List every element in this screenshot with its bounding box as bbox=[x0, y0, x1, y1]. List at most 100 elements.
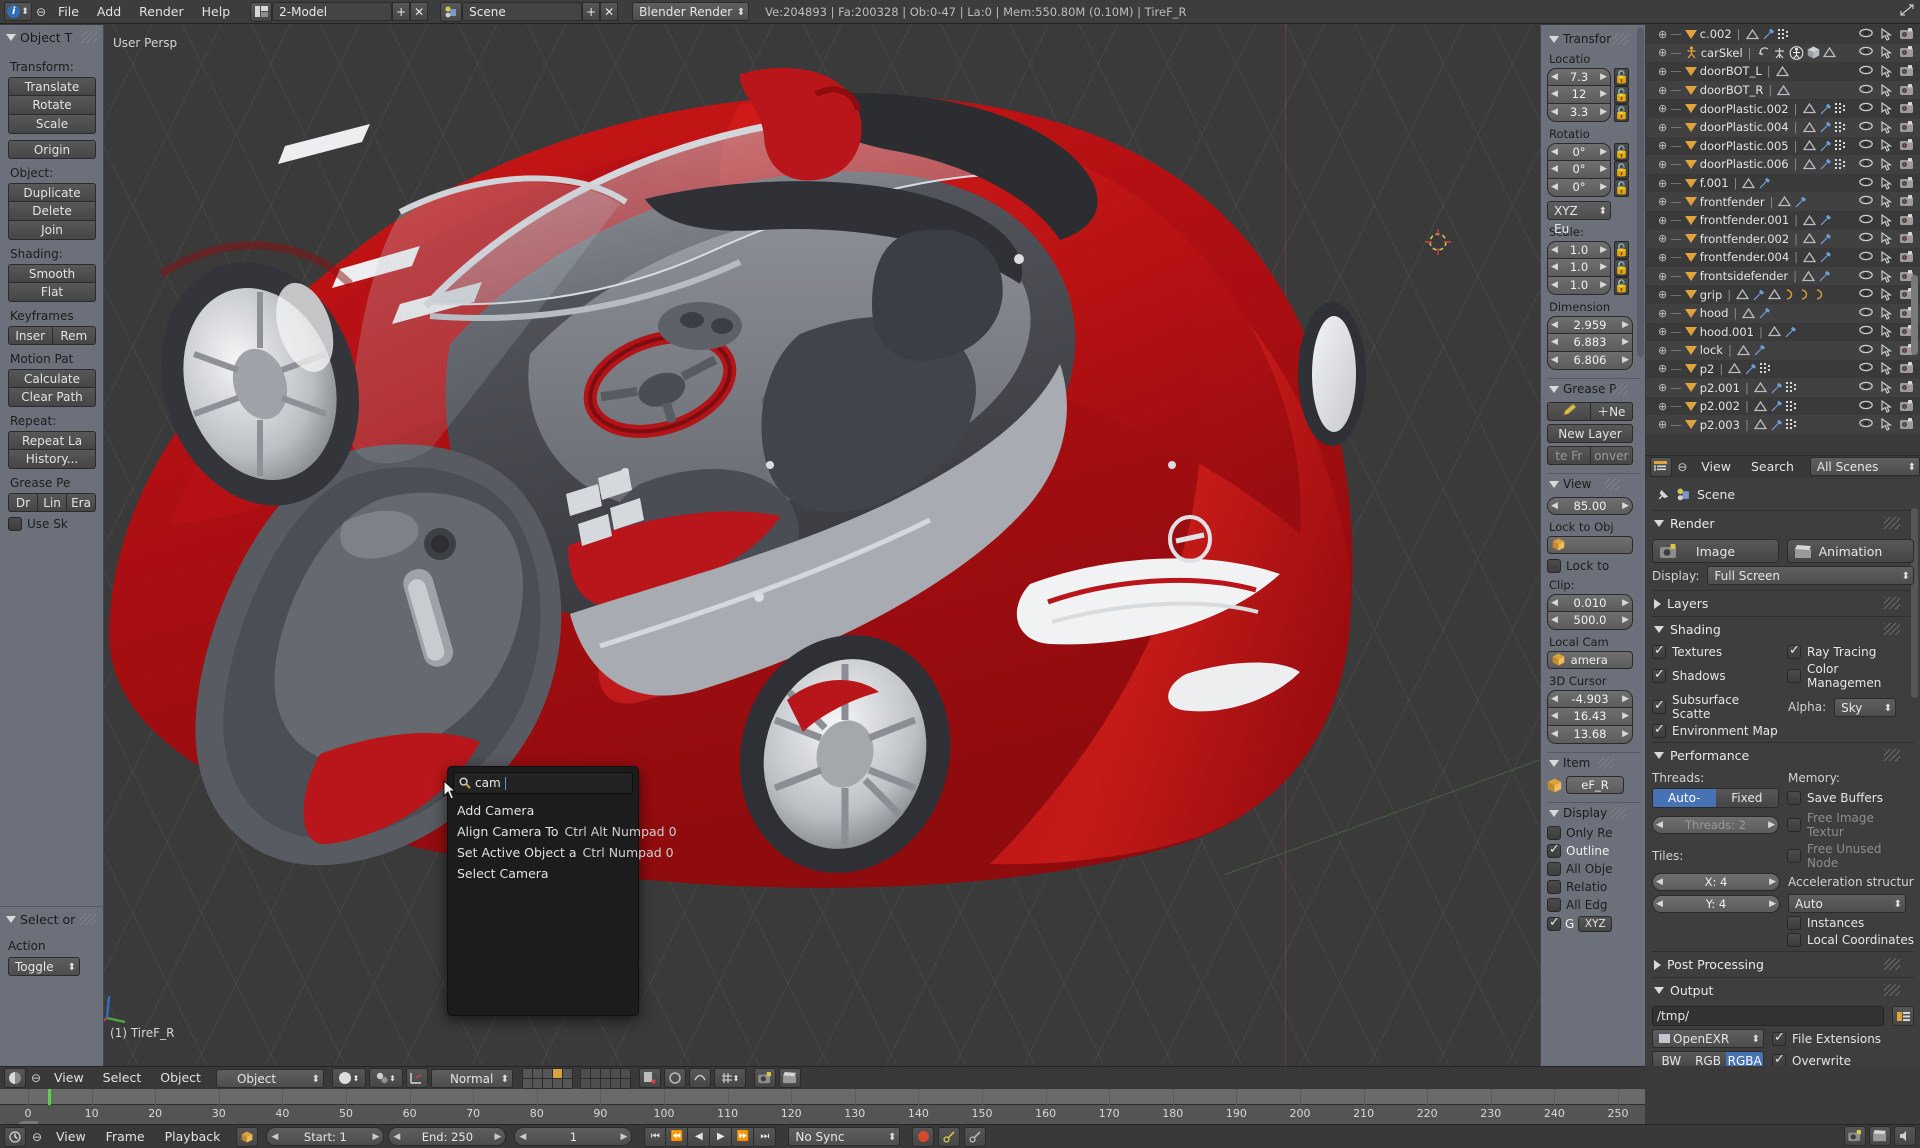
cursor-arrow-icon[interactable] bbox=[1881, 64, 1892, 78]
eye-icon[interactable] bbox=[1859, 362, 1873, 372]
scene-icon[interactable] bbox=[440, 1, 463, 22]
focal-length-field[interactable]: ◀ 85.00 ▶ bbox=[1547, 497, 1633, 515]
jump-to-end-button[interactable]: ⏭ bbox=[754, 1126, 777, 1147]
outliner-row-name[interactable]: doorBOT_L bbox=[1700, 64, 1762, 78]
outliner-row-name[interactable]: doorPlastic.004 bbox=[1700, 120, 1789, 134]
lock-rotation-z-icon[interactable]: 🔓 bbox=[1614, 179, 1629, 197]
transform-orientation-dropdown[interactable]: Normal bbox=[430, 1068, 513, 1089]
sync-mode-dropdown[interactable]: No Sync bbox=[788, 1127, 901, 1147]
scale-z-field[interactable]: ◀ 1.0 ▶ bbox=[1547, 277, 1611, 295]
only-render-checkbox[interactable] bbox=[1547, 826, 1561, 840]
outliner-icon[interactable] bbox=[1650, 456, 1672, 477]
local-coordinates-check[interactable]: Local Coordinates bbox=[1787, 933, 1914, 947]
cursor-arrow-icon[interactable] bbox=[1881, 120, 1892, 134]
outliner-row[interactable]: ⊕ — doorBOT_R | bbox=[1646, 80, 1920, 100]
camera-icon[interactable] bbox=[1900, 27, 1914, 40]
dimension-x-field[interactable]: ◀ 2.959 ▶ bbox=[1547, 316, 1633, 334]
popup-item-align-camera[interactable]: Align Camera To Ctrl Alt Numpad 0 bbox=[453, 821, 677, 842]
camera-icon[interactable] bbox=[1900, 399, 1914, 412]
camera-icon[interactable] bbox=[1900, 64, 1914, 77]
local-coordinates-checkbox[interactable] bbox=[1787, 933, 1801, 947]
view3d-menu-select[interactable]: Select bbox=[95, 1067, 150, 1089]
cursor-arrow-icon[interactable] bbox=[1881, 195, 1892, 208]
pin-icon[interactable] bbox=[1656, 488, 1670, 502]
gp-convert-button[interactable]: onver bbox=[1590, 446, 1633, 465]
cursor-arrow-icon[interactable] bbox=[1881, 157, 1892, 171]
expand-icon[interactable]: ⊕ bbox=[1658, 214, 1667, 227]
all-objects-checkbox[interactable] bbox=[1547, 862, 1561, 876]
performance-section-header[interactable]: Performance bbox=[1652, 743, 1914, 768]
shading-section-header[interactable]: Shading bbox=[1652, 617, 1914, 642]
grease-pencil-panel-header[interactable]: Grease P bbox=[1549, 382, 1640, 396]
outliner-row-name[interactable]: p2.002 bbox=[1700, 399, 1740, 413]
eye-icon[interactable] bbox=[1859, 65, 1873, 75]
cursor-arrow-icon[interactable] bbox=[1881, 381, 1892, 394]
output-section-header[interactable]: Output bbox=[1652, 978, 1914, 1003]
outliner-row-name[interactable]: p2 bbox=[1700, 362, 1715, 376]
dimension-z-field[interactable]: ◀ 6.806 ▶ bbox=[1547, 352, 1633, 370]
lock-rotation-x-icon[interactable]: 🔓 bbox=[1614, 143, 1629, 161]
snap-magnet-icon[interactable] bbox=[663, 1068, 686, 1088]
ray-tracing-checkbox[interactable] bbox=[1787, 643, 1801, 659]
eye-icon[interactable] bbox=[1859, 307, 1873, 317]
outliner-menu-search[interactable]: Search bbox=[1743, 456, 1802, 478]
collapse-menus-icon[interactable]: ⊖ bbox=[29, 1071, 43, 1085]
gp-line-button[interactable]: Lin bbox=[38, 493, 67, 512]
search-context-menu[interactable]: cam Add Camera Align Camera To Ctrl Alt … bbox=[447, 766, 677, 1016]
action-dropdown[interactable]: Toggle bbox=[8, 957, 80, 977]
timeline-keyframe-band[interactable] bbox=[0, 1089, 1645, 1105]
outliner-row-name[interactable]: frontsidefender bbox=[1700, 269, 1788, 283]
file-extensions-checkbox[interactable] bbox=[1772, 1030, 1786, 1046]
outliner-row-name[interactable]: frontfender bbox=[1700, 195, 1765, 209]
play-button[interactable]: ▶ bbox=[710, 1126, 733, 1147]
lock-to-cursor-row[interactable]: Lock to bbox=[1547, 559, 1640, 573]
only-selected-channels-icon[interactable] bbox=[236, 1126, 259, 1147]
scene-field[interactable]: Scene bbox=[462, 2, 583, 21]
display-check-all-objects[interactable]: All Obje bbox=[1547, 862, 1640, 876]
expand-icon[interactable]: ⊕ bbox=[1658, 121, 1667, 134]
expand-icon[interactable]: ⊕ bbox=[1658, 288, 1667, 301]
eye-icon[interactable] bbox=[1859, 84, 1873, 94]
eye-icon[interactable] bbox=[1859, 400, 1873, 410]
render-image-button[interactable]: Image bbox=[1652, 539, 1779, 563]
eye-icon[interactable] bbox=[1859, 177, 1873, 187]
expand-icon[interactable]: ⊕ bbox=[1658, 325, 1667, 338]
item-panel-header[interactable]: Item bbox=[1549, 756, 1640, 770]
editor-type-selector[interactable]: i ⬍ bbox=[4, 2, 32, 21]
expand-icon[interactable]: ⊕ bbox=[1658, 307, 1667, 320]
outliner-row[interactable]: ⊕ — doorPlastic.004 | bbox=[1646, 117, 1920, 137]
cursor-arrow-icon[interactable] bbox=[1881, 102, 1892, 115]
outliner-row[interactable]: ⊕ — frontsidefender | bbox=[1646, 266, 1920, 286]
shadows-check[interactable]: Shadows bbox=[1652, 667, 1779, 683]
snap-target-icon[interactable]: ⬍ bbox=[713, 1068, 746, 1088]
npanel-scrollbar[interactable] bbox=[1637, 27, 1644, 357]
outliner-row[interactable]: ⊕ — frontfender.001 | bbox=[1646, 210, 1920, 230]
cursor-arrow-icon[interactable] bbox=[1881, 176, 1892, 190]
expand-icon[interactable]: ⊕ bbox=[1658, 418, 1667, 431]
grid-floor-checkbox[interactable] bbox=[1547, 915, 1561, 931]
eye-icon[interactable] bbox=[1859, 158, 1873, 168]
camera-icon[interactable] bbox=[1900, 102, 1914, 114]
render-shortcut-icon[interactable] bbox=[1844, 1126, 1866, 1146]
expand-icon[interactable]: ⊕ bbox=[1658, 381, 1667, 394]
outliner-row[interactable]: ⊕ — doorPlastic.006 | bbox=[1646, 155, 1920, 174]
delete-screen-button[interactable]: ✕ bbox=[410, 2, 429, 21]
lock-location-y-icon[interactable]: 🔓 bbox=[1614, 86, 1629, 104]
eye-icon[interactable] bbox=[1859, 28, 1873, 38]
outliner-row[interactable]: ⊕ — hood | bbox=[1646, 303, 1920, 323]
popup-search-input[interactable]: cam bbox=[453, 772, 633, 794]
expand-icon[interactable]: ⊕ bbox=[1658, 139, 1667, 152]
camera-icon[interactable] bbox=[1900, 213, 1914, 226]
eye-icon[interactable] bbox=[1859, 325, 1873, 335]
cursor-arrow-icon[interactable] bbox=[1881, 418, 1892, 432]
dimension-y-field[interactable]: ◀ 6.883 ▶ bbox=[1547, 334, 1633, 352]
outliner-row-name[interactable]: hood.001 bbox=[1700, 325, 1754, 339]
transform-panel-header[interactable]: Transfor bbox=[1549, 32, 1640, 46]
cursor-y-field[interactable]: ◀ 16.43 ▶ bbox=[1547, 708, 1633, 726]
shade-flat-button[interactable]: Flat bbox=[8, 283, 96, 302]
timeline-playhead[interactable] bbox=[48, 1089, 52, 1105]
clear-paths-button[interactable]: Clear Path bbox=[8, 388, 96, 407]
insert-keyframe-button[interactable]: Inser bbox=[8, 326, 53, 345]
outliner-row-name[interactable]: lock bbox=[1700, 343, 1723, 357]
local-layers-grid[interactable] bbox=[579, 1067, 631, 1089]
